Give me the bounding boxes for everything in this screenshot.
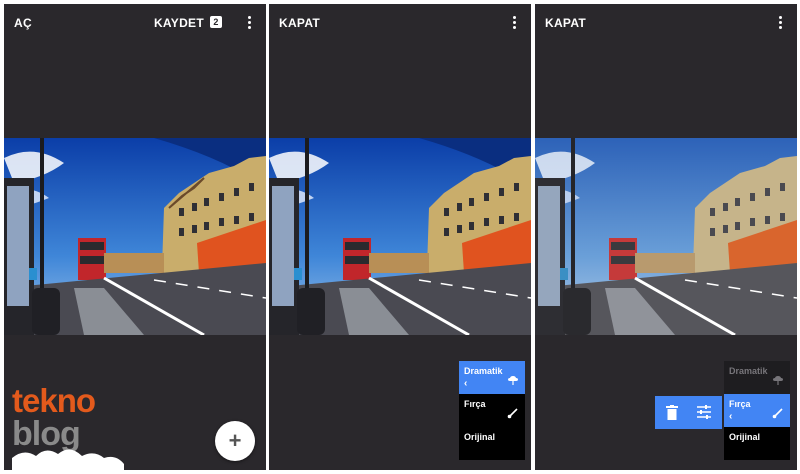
top-bar: KAPAT — [269, 4, 531, 42]
more-vert-icon[interactable] — [777, 16, 783, 30]
open-button[interactable]: AÇ — [14, 16, 32, 30]
editor-panel-brush: KAPAT Dramatik Fırça ‹ Orijinal — [535, 4, 797, 470]
edit-stack: Dramatik ‹ Fırça Orijinal — [459, 361, 525, 460]
close-button[interactable]: KAPAT — [279, 16, 320, 30]
stack-item-firca[interactable]: Fırça ‹ — [724, 394, 790, 427]
cloud-icon — [508, 376, 518, 385]
brush-actions-bar — [655, 396, 722, 429]
stack-item-label: Orijinal — [464, 432, 496, 442]
watermark-line1: tekno — [12, 382, 96, 419]
watermark-logo: tekno blog — [12, 384, 132, 470]
edited-photo — [269, 138, 531, 335]
edit-stack: Dramatik Fırça ‹ Orijinal — [724, 361, 790, 460]
edited-photo — [4, 138, 266, 335]
save-button[interactable]: KAYDET — [154, 16, 204, 30]
editor-panel-main: AÇ KAYDET 2 tekno blog + — [4, 4, 266, 470]
adjust-icon[interactable] — [697, 405, 711, 419]
add-fab-button[interactable]: + — [215, 421, 255, 461]
stack-item-orijinal[interactable]: Orijinal — [459, 427, 525, 460]
stack-item-label: Dramatik — [729, 366, 768, 376]
layers-badge[interactable]: 2 — [210, 16, 222, 28]
chevron-left-icon[interactable]: ‹ — [729, 411, 732, 422]
delete-icon[interactable] — [666, 405, 678, 420]
edited-photo — [535, 138, 797, 335]
stack-item-label: Fırça — [729, 399, 751, 409]
more-vert-icon[interactable] — [246, 16, 252, 30]
stack-item-dramatik[interactable]: Dramatik ‹ — [459, 361, 525, 394]
chevron-left-icon[interactable]: ‹ — [464, 378, 467, 389]
stack-item-orijinal[interactable]: Orijinal — [724, 427, 790, 460]
screenshot-collage: AÇ KAYDET 2 tekno blog + KAPAT Dramatik … — [0, 0, 800, 474]
cloud-icon — [773, 376, 783, 385]
watermark-shape — [12, 449, 124, 470]
stack-item-label: Orijinal — [729, 432, 761, 442]
stack-item-label: Dramatik — [464, 366, 503, 376]
stack-item-dramatik[interactable]: Dramatik — [724, 361, 790, 394]
stack-item-label: Fırça — [464, 399, 486, 409]
brush-icon — [772, 408, 783, 419]
close-button[interactable]: KAPAT — [545, 16, 586, 30]
more-vert-icon[interactable] — [511, 16, 517, 30]
top-bar: AÇ KAYDET 2 — [4, 4, 266, 42]
top-bar: KAPAT — [535, 4, 797, 42]
stack-item-firca[interactable]: Fırça — [459, 394, 525, 427]
editor-panel-stack: KAPAT Dramatik ‹ Fırça Orijinal — [269, 4, 531, 470]
brush-icon — [507, 408, 518, 419]
